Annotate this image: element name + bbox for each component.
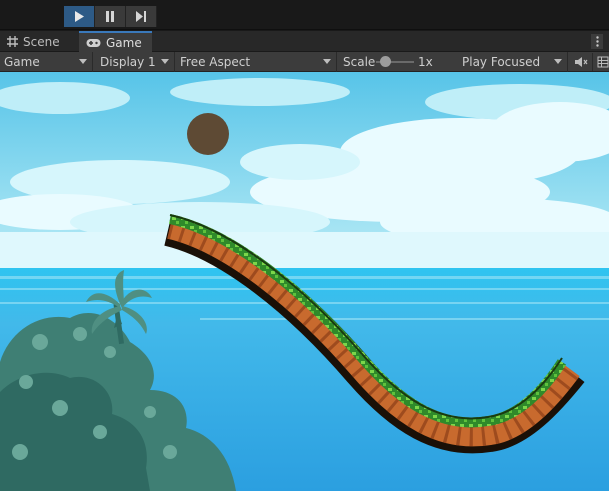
tab-scene[interactable]: Scene [0, 31, 74, 52]
chevron-down-icon [79, 59, 87, 64]
display-dropdown[interactable]: Display 1 [96, 52, 175, 72]
tab-game-label: Game [106, 35, 142, 50]
play-controls [64, 6, 157, 27]
play-icon [75, 11, 84, 22]
stats-button[interactable] [597, 53, 609, 71]
game-view-control-bar: Game Display 1 Free Aspect Scale 1x Play… [0, 52, 609, 72]
tab-game[interactable]: Game [79, 31, 152, 52]
aspect-dropdown[interactable]: Free Aspect [176, 52, 337, 72]
step-button[interactable] [126, 6, 157, 27]
game-view[interactable] [0, 72, 609, 491]
display-value: Display 1 [100, 55, 156, 69]
tab-scene-label: Scene [23, 34, 60, 49]
play-mode-value: Play Focused [462, 55, 541, 69]
chevron-down-icon [323, 59, 331, 64]
play-button[interactable] [64, 6, 95, 27]
pause-icon [106, 11, 114, 22]
chevron-down-icon [554, 59, 562, 64]
game-scene-canvas [0, 72, 609, 491]
more-options-button[interactable] [591, 34, 603, 49]
scale-slider-handle[interactable] [380, 56, 391, 67]
view-mode-value: Game [4, 55, 40, 69]
scale-value: 1x [418, 55, 433, 69]
mute-audio-button[interactable] [569, 53, 593, 71]
pause-button[interactable] [95, 6, 126, 27]
top-toolbar [0, 0, 609, 30]
play-mode-dropdown[interactable]: Play Focused [458, 52, 568, 72]
chevron-down-icon [161, 59, 169, 64]
ball [187, 113, 229, 155]
speaker-mute-icon [574, 57, 587, 67]
stats-grid-icon [597, 56, 609, 68]
view-mode-dropdown[interactable]: Game [0, 52, 93, 72]
scale-label: Scale [343, 55, 376, 69]
step-icon [136, 11, 146, 22]
scale-control: Scale 1x [338, 52, 455, 72]
grid-icon [7, 36, 18, 47]
gamepad-icon [86, 38, 101, 47]
editor-tab-bar: Scene Game [0, 31, 609, 52]
aspect-value: Free Aspect [180, 55, 251, 69]
kebab-menu-icon [595, 36, 599, 47]
